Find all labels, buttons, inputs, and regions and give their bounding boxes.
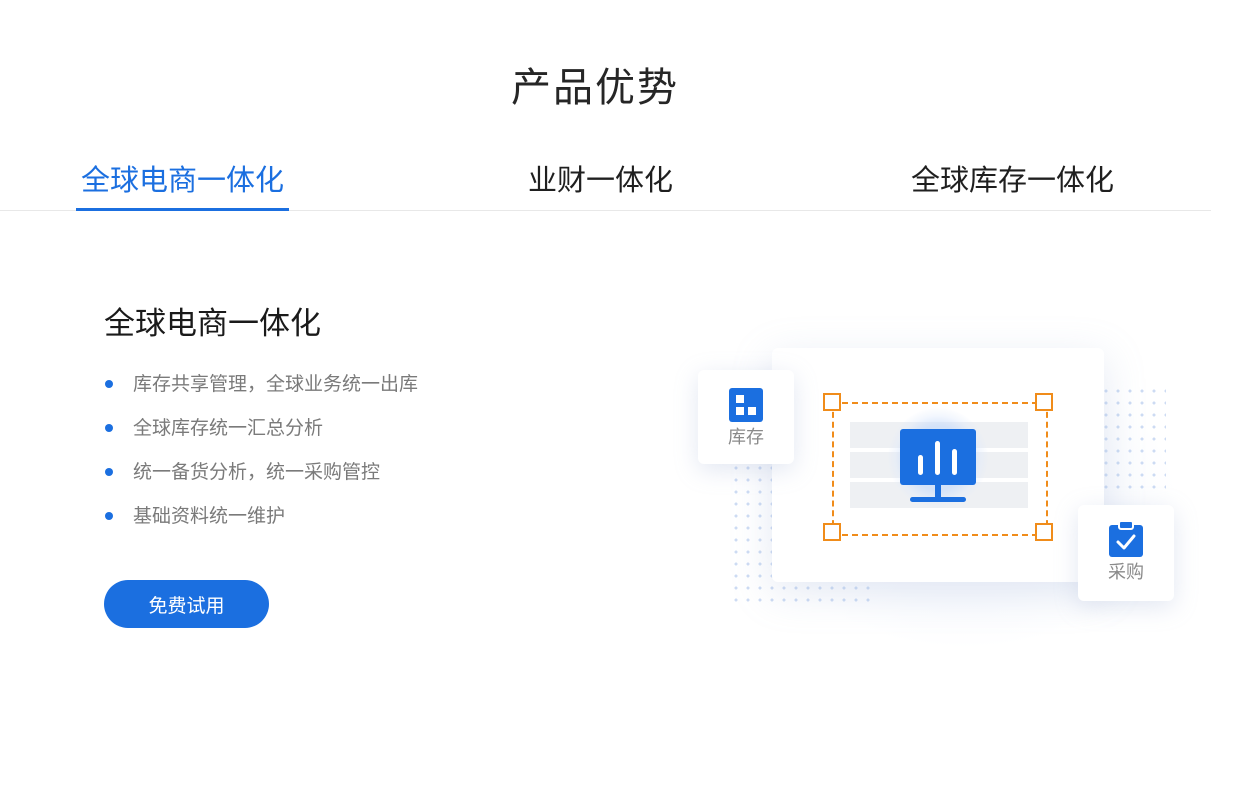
purchase-card: 采购 bbox=[1078, 505, 1174, 601]
dot-pattern-decoration bbox=[1100, 385, 1166, 495]
feature-text: 统一备货分析，统一采购管控 bbox=[133, 461, 381, 483]
bullet-dot-icon bbox=[105, 424, 113, 432]
free-trial-button[interactable]: 免费试用 bbox=[104, 580, 269, 628]
tab-global-ecommerce[interactable]: 全球电商一体化 bbox=[75, 150, 290, 211]
section-title: 产品优势 bbox=[511, 65, 679, 111]
selection-handle bbox=[823, 393, 841, 411]
product-illustration: 库存 采购 bbox=[680, 330, 1220, 660]
purchase-label: 采购 bbox=[1108, 562, 1144, 583]
tab-global-inventory[interactable]: 全球库存一体化 bbox=[911, 150, 1114, 210]
feature-item: 统一备货分析，统一采购管控 bbox=[104, 450, 418, 494]
tab-business-finance[interactable]: 业财一体化 bbox=[528, 150, 673, 210]
feature-text: 库存共享管理，全球业务统一出库 bbox=[133, 373, 419, 395]
bullet-dot-icon bbox=[105, 380, 113, 388]
content-title: 全球电商一体化 bbox=[104, 306, 321, 342]
selection-handle bbox=[1035, 393, 1053, 411]
product-advantages-section: 产品优势 全球电商一体化 业财一体化 全球库存一体化 全球电商一体化 库存共享管… bbox=[0, 0, 1236, 800]
selection-handle bbox=[823, 523, 841, 541]
bar-chart-monitor-icon bbox=[900, 429, 976, 502]
stock-label: 库存 bbox=[728, 427, 764, 448]
feature-text: 全球库存统一汇总分析 bbox=[133, 417, 324, 439]
selection-handle bbox=[1035, 523, 1053, 541]
feature-item: 全球库存统一汇总分析 bbox=[104, 406, 418, 450]
stock-card: 库存 bbox=[698, 370, 794, 464]
feature-text: 基础资料统一维护 bbox=[133, 505, 286, 527]
clipboard-check-icon bbox=[1109, 520, 1143, 557]
feature-item: 基础资料统一维护 bbox=[104, 494, 418, 538]
feature-list: 库存共享管理，全球业务统一出库 全球库存统一汇总分析 统一备货分析，统一采购管控… bbox=[104, 362, 418, 538]
feature-item: 库存共享管理，全球业务统一出库 bbox=[104, 362, 418, 406]
dashboard-grid-icon bbox=[729, 388, 763, 422]
bullet-dot-icon bbox=[105, 512, 113, 520]
advantage-tabs: 全球电商一体化 业财一体化 全球库存一体化 bbox=[0, 150, 1211, 211]
bullet-dot-icon bbox=[105, 468, 113, 476]
